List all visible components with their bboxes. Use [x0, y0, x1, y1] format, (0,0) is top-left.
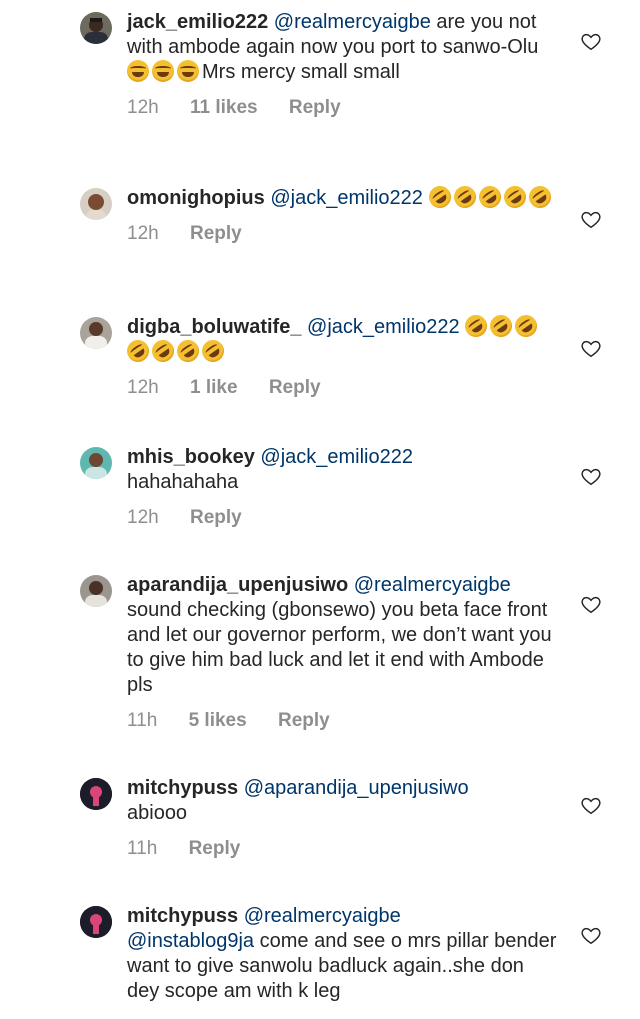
rolling-on-floor-laughing-icon	[460, 310, 492, 342]
heart-outline-icon[interactable]	[580, 465, 602, 487]
mention-link[interactable]: @realmercyaigbe	[354, 574, 511, 596]
comment-body: Mrs mercy small small	[202, 61, 400, 83]
face-with-tears-of-joy-icon	[177, 60, 199, 82]
comment-text: jack_emilio222 @realmercyaigbe are you n…	[127, 10, 557, 85]
heart-outline-icon[interactable]	[580, 337, 602, 359]
rolling-on-floor-laughing-icon	[197, 335, 229, 367]
reply-button[interactable]: Reply	[189, 838, 241, 859]
comment-text: aparandija_upenjusiwo @realmercyaigbe so…	[127, 573, 557, 698]
comment-meta: 12h 11 likes Reply	[127, 97, 557, 119]
heart-outline-icon[interactable]	[580, 924, 602, 946]
rolling-on-floor-laughing-icon	[122, 335, 154, 367]
likes-count[interactable]: 5 likes	[189, 710, 247, 731]
rolling-on-floor-laughing-icon	[485, 310, 517, 342]
comment-time: 12h	[127, 97, 159, 118]
rolling-on-floor-laughing-icon	[524, 181, 555, 213]
mention-link[interactable]: @aparandija_upenjusiwo	[244, 777, 469, 799]
reply-button[interactable]: Reply	[289, 97, 341, 118]
face-with-tears-of-joy-icon	[127, 60, 149, 82]
mention-link[interactable]: @jack_emilio222	[307, 316, 460, 338]
rolling-on-floor-laughing-icon	[499, 181, 530, 213]
mention-link[interactable]: @jack_emilio222	[260, 446, 413, 468]
mention-link[interactable]: @realmercyaigbe	[244, 905, 401, 927]
heart-outline-icon[interactable]	[580, 30, 602, 52]
comment-text: mitchypuss @aparandija_upenjusiwo abiooo	[127, 776, 557, 826]
mention-link[interactable]: @instablog9ja	[127, 930, 254, 952]
comment-meta: 11h 5 likes Reply	[127, 710, 557, 732]
rolling-on-floor-laughing-icon	[172, 335, 204, 367]
likes-count[interactable]: 1 like	[190, 377, 238, 398]
avatar[interactable]	[80, 188, 112, 220]
comment-meta: 11h Reply	[127, 838, 557, 860]
heart-outline-icon[interactable]	[580, 593, 602, 615]
avatar[interactable]	[80, 317, 112, 349]
emoji-group	[424, 181, 555, 213]
mention-link[interactable]: @realmercyaigbe	[274, 11, 431, 33]
comment-text: omonighopius @jack_emilio222	[127, 181, 557, 213]
comment-meta: 12h Reply	[127, 223, 557, 245]
comment-username[interactable]: omonighopius	[127, 187, 265, 209]
comment-username[interactable]: aparandija_upenjusiwo	[127, 574, 348, 596]
comment-username[interactable]: mhis_bookey	[127, 446, 255, 468]
reply-button[interactable]: Reply	[278, 710, 330, 731]
comment-username[interactable]: mitchypuss	[127, 905, 238, 927]
rolling-on-floor-laughing-icon	[474, 181, 505, 213]
comment-time: 11h	[127, 710, 158, 731]
reply-button[interactable]: Reply	[190, 507, 242, 528]
reply-button[interactable]: Reply	[269, 377, 321, 398]
heart-outline-icon[interactable]	[580, 208, 602, 230]
comment-body: hahahahaha	[127, 471, 239, 493]
rolling-on-floor-laughing-icon	[449, 181, 480, 213]
comment-text: digba_boluwatife_ @jack_emilio222	[122, 310, 557, 367]
rolling-on-floor-laughing-icon	[147, 335, 179, 367]
avatar[interactable]	[80, 906, 112, 938]
comment-time: 11h	[127, 838, 158, 859]
rolling-on-floor-laughing-icon	[510, 310, 542, 342]
comment-body: sound checking (gbonsewo) you beta face …	[127, 599, 552, 696]
comment-time: 12h	[127, 223, 159, 244]
avatar[interactable]	[80, 575, 112, 607]
comment-text: mhis_bookey @jack_emilio222 hahahahaha	[127, 445, 557, 495]
heart-outline-icon[interactable]	[580, 794, 602, 816]
rolling-on-floor-laughing-icon	[424, 181, 455, 213]
mention-link[interactable]: @jack_emilio222	[270, 187, 423, 209]
face-with-tears-of-joy-icon	[152, 60, 174, 82]
comment-time: 12h	[127, 377, 159, 398]
avatar[interactable]	[80, 447, 112, 479]
comment-meta: 12h 1 like Reply	[127, 377, 557, 399]
comment-time: 12h	[127, 507, 159, 528]
comment-username[interactable]: jack_emilio222	[127, 11, 268, 33]
emoji-group	[127, 60, 202, 83]
likes-count[interactable]: 11 likes	[190, 97, 258, 118]
avatar[interactable]	[80, 778, 112, 810]
comment-meta: 12h Reply	[127, 507, 557, 529]
comment-body: abiooo	[127, 802, 188, 824]
reply-button[interactable]: Reply	[190, 223, 242, 244]
comment-username[interactable]: digba_boluwatife_	[127, 316, 301, 338]
comment-text: mitchypuss @realmercyaigbe @instablog9ja…	[127, 904, 557, 1004]
avatar[interactable]	[80, 12, 112, 44]
comment-username[interactable]: mitchypuss	[127, 777, 238, 799]
